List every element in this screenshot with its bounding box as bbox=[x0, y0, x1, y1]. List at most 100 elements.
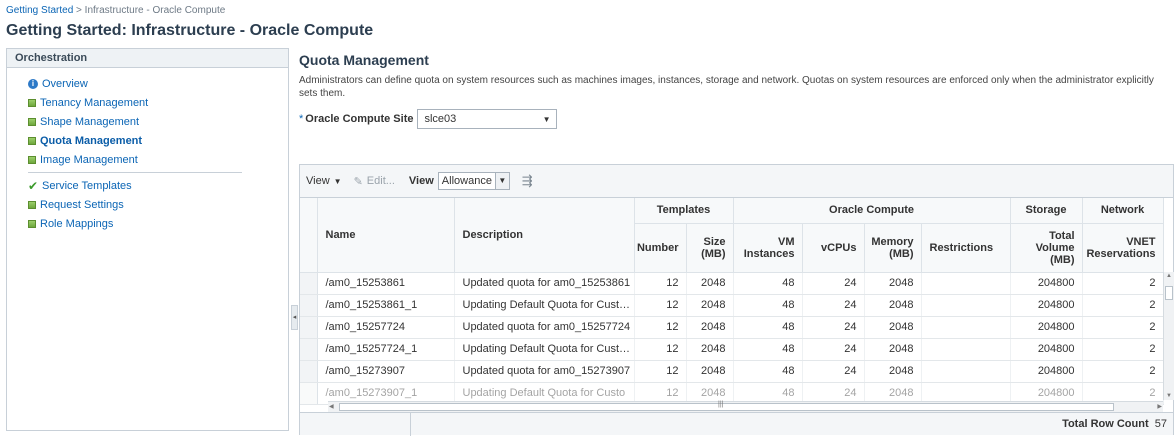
column-header-vcpus[interactable]: vCPUs bbox=[802, 223, 865, 273]
column-header-number[interactable]: Number bbox=[634, 223, 687, 273]
cell-vnet-reservations: 2 bbox=[1082, 338, 1164, 361]
table-footer: Total Row Count 57 bbox=[300, 412, 1173, 436]
cell-restrictions bbox=[921, 360, 1011, 383]
green-square-icon bbox=[28, 155, 36, 164]
cell-total-volume: 204800 bbox=[1010, 294, 1083, 317]
column-header-description[interactable]: Description bbox=[454, 198, 635, 273]
nav-item-request-settings[interactable]: Request Settings bbox=[7, 195, 288, 214]
nav-item-tenancy-management[interactable]: Tenancy Management bbox=[7, 93, 288, 112]
row-selector[interactable] bbox=[300, 272, 318, 295]
scroll-right-icon[interactable]: ▶ bbox=[1157, 403, 1162, 410]
cell-name: /am0_15257724 bbox=[317, 316, 455, 339]
nav-divider bbox=[28, 172, 242, 173]
group-header-network: Network bbox=[1082, 198, 1164, 224]
row-selector[interactable] bbox=[300, 360, 318, 383]
cell-memory: 2048 bbox=[864, 272, 922, 295]
cell-vnet-reservations: 2 bbox=[1082, 272, 1164, 295]
scroll-up-icon[interactable]: ▲ bbox=[1166, 273, 1172, 279]
column-header-restrictions[interactable]: Restrictions bbox=[921, 223, 1011, 273]
nav-item-label: Role Mappings bbox=[40, 217, 114, 230]
chevron-down-icon: ▼ bbox=[333, 176, 342, 186]
column-header-vm-instances[interactable]: VM Instances bbox=[733, 223, 803, 273]
cell-vm-instances: 48 bbox=[733, 272, 803, 295]
cell-vm-instances: 48 bbox=[733, 316, 803, 339]
cell-vcpus: 24 bbox=[802, 360, 865, 383]
horizontal-scrollbar[interactable]: ◀ ||| ▶ bbox=[328, 401, 1163, 412]
table-row[interactable]: /am0_15253861 Updated quota for am0_1525… bbox=[300, 272, 1164, 295]
cell-number: 12 bbox=[634, 316, 687, 339]
scroll-left-icon[interactable]: ◀ bbox=[329, 403, 334, 410]
cell-restrictions bbox=[921, 272, 1011, 295]
scroll-down-icon[interactable]: ▼ bbox=[1166, 393, 1172, 399]
table-row[interactable]: /am0_15273907 Updated quota for am0_1527… bbox=[300, 360, 1164, 383]
cell-description: Updated quota for am0_15273907 bbox=[454, 360, 635, 383]
cell-size: 2048 bbox=[686, 316, 734, 339]
breadcrumb: Getting Started > Infrastructure - Oracl… bbox=[6, 5, 225, 16]
row-count-label: Total Row Count bbox=[1062, 418, 1149, 430]
view-menu[interactable]: View ▼ bbox=[306, 175, 342, 187]
required-indicator: * bbox=[299, 113, 304, 125]
nav-item-label: Image Management bbox=[40, 153, 138, 166]
cell-description: Updated quota for am0_15253861 bbox=[454, 272, 635, 295]
row-selector[interactable] bbox=[300, 316, 318, 339]
checkmark-icon: ✔ bbox=[28, 178, 39, 193]
column-header-memory[interactable]: Memory (MB) bbox=[864, 223, 922, 273]
nav-item-service-templates[interactable]: ✔ Service Templates bbox=[7, 176, 288, 195]
view-select[interactable]: Allowance ▼ bbox=[437, 172, 510, 190]
cell-size: 2048 bbox=[686, 338, 734, 361]
column-header-total-volume[interactable]: Total Volume (MB) bbox=[1010, 223, 1083, 273]
table-row[interactable]: /am0_15257724 Updated quota for am0_1525… bbox=[300, 316, 1164, 339]
detach-icon[interactable]: ⇶ bbox=[522, 173, 533, 189]
nav-item-shape-management[interactable]: Shape Management bbox=[7, 112, 288, 131]
row-selector[interactable] bbox=[300, 294, 318, 317]
column-header-name[interactable]: Name bbox=[317, 198, 455, 273]
cell-vcpus: 24 bbox=[802, 338, 865, 361]
scrollbar-grip-icon: ||| bbox=[718, 401, 724, 408]
group-header-oracle-compute: Oracle Compute bbox=[733, 198, 1011, 224]
row-selector[interactable] bbox=[300, 382, 318, 405]
nav-item-overview[interactable]: i Overview bbox=[7, 74, 288, 93]
cell-size: 2048 bbox=[686, 272, 734, 295]
cell-restrictions bbox=[921, 338, 1011, 361]
cell-description: Updating Default Quota for Custo... bbox=[454, 338, 635, 361]
site-select[interactable]: slce03 ▼ bbox=[417, 109, 558, 129]
cell-size: 2048 bbox=[686, 294, 734, 317]
column-header-vnet-reservations[interactable]: VNET Reservations bbox=[1082, 223, 1164, 273]
row-count-value: 57 bbox=[1154, 418, 1167, 430]
cell-vm-instances: 48 bbox=[733, 294, 803, 317]
table-row[interactable]: /am0_15257724_1 Updating Default Quota f… bbox=[300, 338, 1164, 361]
section-description: Administrators can define quota on syste… bbox=[299, 75, 1154, 99]
left-panel: Orchestration i Overview Tenancy Managem… bbox=[6, 48, 289, 431]
info-circle-icon: i bbox=[28, 78, 38, 89]
total-row-count: Total Row Count 57 bbox=[1062, 418, 1167, 430]
cell-vnet-reservations: 2 bbox=[1082, 360, 1164, 383]
nav-item-label: Tenancy Management bbox=[40, 96, 149, 109]
green-square-icon bbox=[28, 98, 36, 107]
green-square-icon bbox=[28, 200, 36, 209]
view-menu-label: View bbox=[306, 175, 330, 187]
quota-table: Name Description Templates Oracle Comput… bbox=[300, 198, 1164, 405]
panel-splitter[interactable]: ◂ bbox=[289, 48, 299, 431]
collapse-panel-handle[interactable]: ◂ bbox=[291, 305, 298, 330]
row-selector[interactable] bbox=[300, 338, 318, 361]
cell-memory: 2048 bbox=[864, 338, 922, 361]
group-header-storage: Storage bbox=[1010, 198, 1083, 224]
scrollbar-thumb[interactable] bbox=[339, 403, 1114, 411]
nav-item-label: Service Templates bbox=[42, 179, 132, 192]
nav-item-image-management[interactable]: Image Management bbox=[7, 150, 288, 169]
vertical-scrollbar[interactable]: ▲ ▼ bbox=[1163, 272, 1174, 400]
column-header-size[interactable]: Size (MB) bbox=[686, 223, 734, 273]
cell-number: 12 bbox=[634, 294, 687, 317]
cell-number: 12 bbox=[634, 338, 687, 361]
table-row[interactable]: /am0_15253861_1 Updating Default Quota f… bbox=[300, 294, 1164, 317]
edit-button[interactable]: ✎ Edit... bbox=[354, 175, 395, 188]
cell-vcpus: 24 bbox=[802, 272, 865, 295]
green-square-icon bbox=[28, 117, 36, 126]
chevron-down-icon: ▼ bbox=[542, 114, 551, 124]
nav-item-quota-management[interactable]: Quota Management bbox=[7, 131, 288, 150]
breadcrumb-link[interactable]: Getting Started bbox=[6, 5, 73, 16]
section-title: Quota Management bbox=[299, 52, 429, 68]
scrollbar-thumb[interactable] bbox=[1165, 286, 1173, 300]
nav-item-role-mappings[interactable]: Role Mappings bbox=[7, 214, 288, 233]
cell-vnet-reservations: 2 bbox=[1082, 316, 1164, 339]
